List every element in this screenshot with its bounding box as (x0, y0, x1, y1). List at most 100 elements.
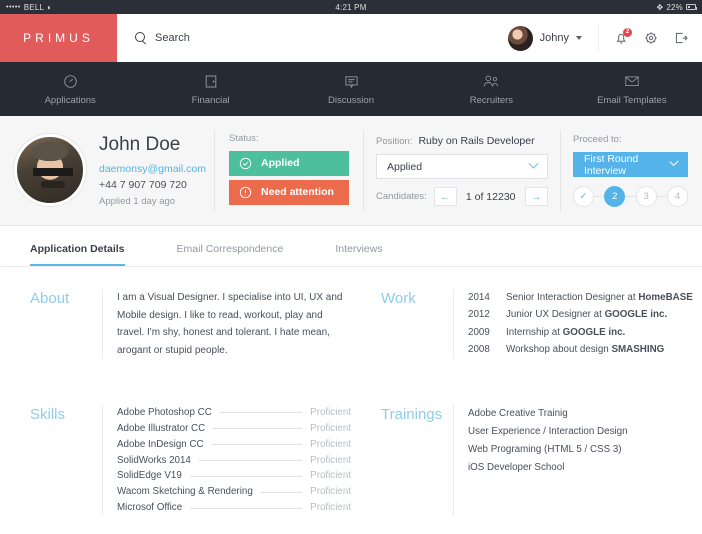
ios-status-bar: ••••• BELL ◐ 4:21 PM ✥ 22% (0, 0, 702, 14)
training-item: Adobe Creative Trainig (468, 408, 568, 419)
tab-email-correspondence[interactable]: Email Correspondence (177, 243, 284, 266)
people-icon (482, 73, 500, 90)
nav-label: Email Templates (597, 94, 667, 106)
skill-level: Proficient (310, 454, 351, 466)
nav-label: Financial (191, 94, 230, 106)
step-2[interactable]: 2 (604, 186, 626, 207)
step-3[interactable]: 3 (635, 186, 657, 207)
prev-candidate-button[interactable]: ← (433, 187, 457, 206)
user-name-label: Johny (539, 32, 569, 44)
stage-select[interactable]: Applied (376, 154, 548, 179)
skill-name: Wacom Sketching & Rendering (117, 486, 253, 498)
notification-badge: 2 (623, 28, 632, 37)
chat-icon (344, 73, 359, 90)
applied-timestamp: Applied 1 day ago (99, 196, 176, 208)
header-icon-buttons: 2 (599, 28, 688, 45)
stage-stepper: ✓ 2 3 4 (573, 186, 688, 207)
trainings-title: Trainings (381, 406, 443, 423)
skills-section: Skills Adobe Photoshop CC Proficient Ado… (0, 405, 351, 517)
training-item: iOS Developer School (468, 462, 565, 474)
leader-line (189, 475, 303, 477)
candidates-pager: Candidates: ← 1 of 12230 → (376, 187, 548, 206)
proceed-select[interactable]: First Round Interview (573, 152, 688, 177)
candidate-identity: John Doe daemonsy@gmail.com +44 7 907 70… (0, 134, 214, 208)
skill-level: Proficient (310, 502, 351, 514)
nav-item-discussion[interactable]: Discussion (281, 73, 421, 106)
work-desc: Workshop about design SMASHING (506, 344, 665, 356)
nav-item-financial[interactable]: Financial (140, 73, 280, 106)
chevron-down-icon (576, 36, 582, 40)
nav-item-applications[interactable]: Applications (0, 73, 140, 106)
leader-line (190, 507, 303, 509)
work-body: 2014 Senior Interaction Designer at Home… (453, 289, 702, 359)
header-actions: Johny 2 (507, 14, 702, 62)
work-item: 2014 Senior Interaction Designer at Home… (468, 289, 702, 306)
nav-label: Applications (44, 94, 96, 106)
gear-icon[interactable] (644, 31, 658, 45)
skill-name: Adobe Illustrator CC (117, 422, 206, 434)
tab-application-details[interactable]: Application Details (30, 243, 125, 266)
leader-line (198, 460, 303, 461)
proceed-label: Proceed to: (573, 134, 622, 145)
application-window: ••••• BELL ◐ 4:21 PM ✥ 22% PRIMUS Johny (0, 0, 702, 534)
skill-level: Proficient (310, 438, 351, 450)
position-section: Position: Ruby on Rails Developer Applie… (364, 135, 560, 206)
step-4[interactable]: 4 (666, 186, 688, 207)
about-text: I am a Visual Designer. I specialise int… (117, 292, 343, 356)
proceed-section: Proceed to: First Round Interview ✓ 2 3 … (561, 134, 702, 207)
candidates-count: 1 of 12230 (465, 190, 516, 203)
next-candidate-button[interactable]: → (524, 187, 548, 206)
status-attention-button[interactable]: Need attention (229, 179, 349, 205)
skill-item: Microsof Office Proficient (117, 500, 351, 516)
candidate-details: John Doe daemonsy@gmail.com +44 7 907 70… (99, 134, 206, 208)
work-year: 2009 (468, 326, 490, 338)
work-item: 2008 Workshop about design SMASHING (468, 341, 702, 358)
battery-percent: 22% (666, 2, 683, 12)
status-time: 4:21 PM (335, 2, 367, 12)
search-bar[interactable] (117, 14, 508, 62)
user-menu[interactable]: Johny (507, 24, 599, 52)
nav-item-recruiters[interactable]: Recruiters (421, 73, 561, 106)
candidate-email[interactable]: daemonsy@gmail.com (99, 163, 206, 175)
tab-interviews[interactable]: Interviews (335, 243, 382, 266)
training-item: User Experience / Interaction Design (468, 426, 628, 438)
search-icon (135, 32, 147, 44)
status-applied-button[interactable]: Applied (229, 150, 349, 176)
skill-item: Adobe InDesign CC Proficient (117, 437, 351, 453)
nav-label: Discussion (328, 94, 374, 106)
skill-level: Proficient (310, 486, 351, 498)
candidate-phone: +44 7 907 709 720 (99, 179, 187, 192)
nav-item-email-templates[interactable]: Email Templates (562, 73, 702, 106)
step-connector (656, 196, 667, 197)
bell-icon[interactable]: 2 (615, 28, 632, 45)
trainings-body: Adobe Creative Trainig User Experience /… (453, 405, 702, 517)
main-navigation: Applications Financial Discussion Recrui… (0, 62, 702, 116)
about-body: I am a Visual Designer. I specialise int… (102, 289, 351, 359)
content-row-top: About I am a Visual Designer. I speciali… (0, 289, 702, 359)
app-header: PRIMUS Johny 2 (0, 14, 702, 62)
avatar (507, 25, 533, 51)
skill-name: Adobe InDesign CC (117, 438, 204, 450)
status-attention-label: Need attention (261, 186, 334, 198)
candidate-avatar (14, 134, 86, 207)
work-year: 2014 (468, 292, 490, 303)
work-desc: Internship at GOOGLE inc. (506, 326, 626, 338)
candidate-name: John Doe (99, 133, 181, 155)
check-circle-icon (229, 157, 261, 170)
skill-item: Adobe Illustrator CC Proficient (117, 421, 351, 437)
brand-logo[interactable]: PRIMUS (0, 14, 117, 62)
work-year: 2012 (468, 309, 490, 321)
skill-name: Microsof Office (117, 502, 183, 514)
search-input[interactable] (155, 32, 415, 44)
trainings-section: Trainings Adobe Creative Trainig User Ex… (351, 405, 702, 517)
logout-icon[interactable] (674, 31, 688, 45)
envelope-icon (624, 73, 640, 90)
work-item: 2012 Junior UX Designer at GOOGLE inc. (468, 306, 702, 323)
skill-name: SolidWorks 2014 (117, 454, 191, 466)
leader-line (211, 444, 303, 446)
skills-body: Adobe Photoshop CC Proficient Adobe Illu… (102, 405, 351, 517)
nav-label: Recruiters (469, 94, 514, 106)
step-1[interactable]: ✓ (573, 186, 594, 207)
work-desc: Junior UX Designer at GOOGLE inc. (506, 309, 668, 321)
status-label: Status: (229, 132, 259, 144)
